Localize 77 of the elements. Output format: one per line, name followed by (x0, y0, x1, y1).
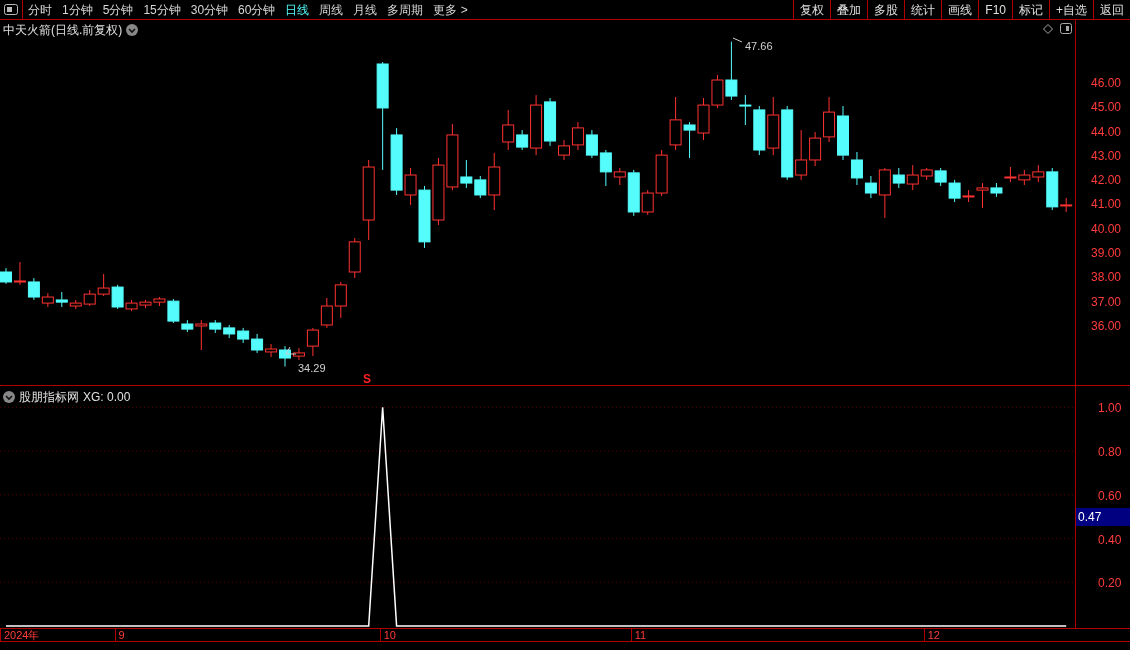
axis-label: 36.00 (1091, 317, 1122, 335)
candlestick (585, 129, 598, 159)
axis-label: 37.00 (1091, 293, 1122, 311)
time-axis-label: 11 (630, 629, 647, 641)
toolbar-button[interactable]: 统计 (904, 0, 942, 19)
period-tab[interactable]: 周线 (319, 0, 344, 19)
candlestick (599, 149, 612, 187)
leader-line (732, 37, 743, 43)
period-tab[interactable]: 30分钟 (190, 0, 229, 19)
period-tab[interactable]: 60分钟 (238, 0, 276, 19)
axis-label: 40.00 (1091, 220, 1122, 238)
candlestick (558, 139, 570, 161)
axis-label: 38.00 (1091, 269, 1122, 287)
candlestick (320, 297, 333, 329)
time-axis-label: 9 (114, 629, 125, 641)
leader-line (285, 346, 297, 355)
chart-title: 中天火箭(日线.前复权) (3, 22, 123, 39)
period-tab[interactable]: 日线 (285, 0, 310, 19)
axis-label: 42.00 (1091, 172, 1122, 190)
period-tab[interactable]: 1分钟 (62, 0, 93, 19)
period-tab[interactable]: 5分钟 (102, 0, 134, 19)
axis-label: 1.00 (1098, 400, 1122, 418)
candlestick (739, 94, 752, 126)
candlestick (13, 261, 26, 286)
time-axis-label: 2024年 (0, 629, 40, 641)
candlestick (265, 343, 278, 358)
axis-label: 0.40 (1098, 531, 1122, 549)
axis-label: 0.80 (1098, 444, 1122, 461)
candlestick (878, 167, 891, 219)
axis-label: 45.00 (1091, 99, 1122, 117)
axis-label: 0.20 (1098, 575, 1122, 593)
indicator-title: 股朋指标网 (19, 389, 79, 406)
candlestick (544, 97, 557, 147)
current-value-label: 0.47 (1076, 508, 1130, 526)
axis-label: 0.60 (1098, 487, 1122, 505)
axis-label: 46.00 (1091, 74, 1122, 92)
axis-label: 39.00 (1091, 245, 1122, 263)
toolbar-button[interactable]: 返回 (1093, 0, 1130, 19)
candlestick (251, 333, 264, 354)
panel-toggle-icon[interactable] (1060, 23, 1072, 34)
series-value: : 0.00 (100, 389, 131, 406)
candlestick (306, 327, 319, 357)
candlestick (41, 292, 54, 308)
period-tab[interactable]: 更多 > (433, 0, 468, 19)
candlestick (850, 151, 863, 186)
high-price-label: 47.66 (745, 39, 773, 54)
period-tab[interactable]: 15分钟 (143, 0, 181, 19)
candlestick (0, 267, 12, 285)
candlestick (530, 94, 543, 156)
axis-label: 43.00 (1091, 147, 1122, 165)
candlestick (864, 175, 877, 199)
toolbar-button[interactable]: 叠加 (830, 0, 868, 19)
candlestick (292, 347, 305, 361)
time-axis-label: 12 (923, 629, 940, 641)
signal-mark: S (363, 371, 371, 388)
toolbar-button[interactable]: +自选 (1049, 0, 1093, 19)
toolbar-button[interactable]: 画线 (941, 0, 979, 19)
time-axis-label: 10 (379, 629, 396, 641)
toolbar-button[interactable]: 多股 (867, 0, 905, 19)
dropdown-icon[interactable] (126, 24, 139, 36)
candlestick (823, 96, 836, 143)
toolbar-button[interactable]: F10 (978, 0, 1012, 19)
toolbar-button[interactable]: 标记 (1012, 0, 1049, 19)
diamond-icon[interactable] (1043, 24, 1053, 34)
candlestick (809, 131, 822, 167)
axis-label: 44.00 (1091, 123, 1122, 141)
candlestick (571, 121, 584, 151)
candlestick (27, 277, 40, 301)
period-tab[interactable]: 分时 (28, 0, 52, 19)
dropdown-icon[interactable] (3, 391, 15, 403)
period-tab[interactable]: 多周期 (387, 0, 424, 19)
period-tab[interactable]: 月线 (353, 0, 378, 19)
axis-label: 41.00 (1091, 196, 1122, 214)
low-price-label: 34.29 (298, 361, 326, 376)
toolbar-button[interactable]: 复权 (793, 0, 831, 19)
candlestick (488, 152, 501, 211)
candlestick (837, 105, 849, 161)
